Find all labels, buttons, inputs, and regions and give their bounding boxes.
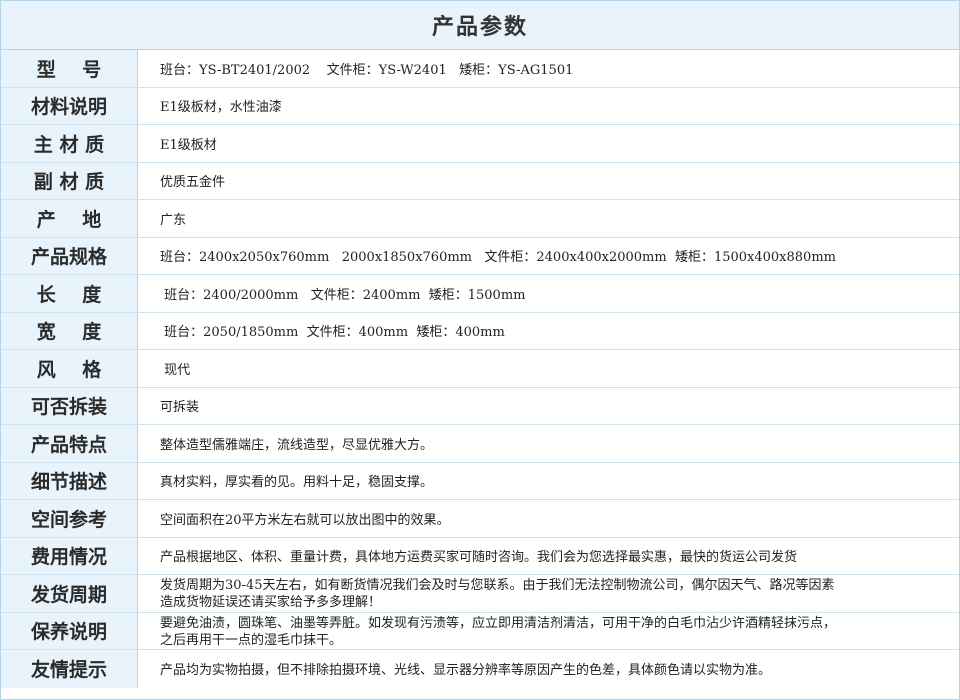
row-label: 产 地	[1, 200, 138, 237]
row-value: 优质五金件	[160, 175, 226, 191]
row-value-line: 之后再用干一点的湿毛巾抹干。	[160, 632, 343, 648]
row-value: 整体造型儒雅端庄，流线造型，尽显优雅大方。	[160, 437, 434, 453]
table-row: 细节描述 真材实料，厚实看的见。用料十足，稳固支撑。	[1, 462, 959, 500]
row-value: E1级板材	[160, 137, 217, 153]
row-label: 主 材 质	[1, 125, 138, 162]
row-label: 保养说明	[1, 612, 138, 649]
row-label: 材料说明	[1, 87, 138, 124]
row-label: 产品特点	[1, 425, 138, 462]
row-value: 班台：2400/2000mm 文件柜：2400mm 矮柜：1500mm	[160, 287, 526, 303]
table-row: 主 材 质 E1级板材	[1, 125, 959, 163]
row-value: 班台：2400x2050x760mm 2000x1850x760mm 文件柜：2…	[160, 250, 836, 266]
product-params-panel: 产品参数 型 号 班台：YS-BT2401/2002 文件柜：YS-W2401 矮…	[0, 0, 960, 700]
row-value: 产品均为实物拍摄，但不排除拍摄环境、光线、显示器分辨率等原因产生的色差，具体颜色…	[160, 663, 772, 679]
row-label: 型 号	[1, 50, 138, 87]
row-value: 产品根据地区、体积、重量计费，具体地方运费买家可随时咨询。我们会为您选择最实惠，…	[160, 550, 798, 566]
row-value: 班台：2050/1850mm 文件柜：400mm 矮柜：400mm	[160, 325, 505, 341]
table-row: 空间参考 空间面积在20平方米左右就可以放出图中的效果。	[1, 500, 959, 538]
table-row: 副 材 质 优质五金件	[1, 162, 959, 200]
table-row: 宽 度 班台：2050/1850mm 文件柜：400mm 矮柜：400mm	[1, 312, 959, 350]
page-title: 产品参数	[431, 15, 528, 40]
row-label: 产品规格	[1, 237, 138, 274]
row-label: 长 度	[1, 275, 138, 312]
table-row: 风 格 现代	[1, 350, 959, 388]
row-value: 广东	[160, 212, 187, 228]
row-label: 风 格	[1, 350, 138, 387]
row-value: 空间面积在20平方米左右就可以放出图中的效果。	[160, 512, 450, 528]
row-value: E1级板材，水性油漆	[160, 100, 282, 116]
row-label: 发货周期	[1, 575, 138, 612]
row-label: 副 材 质	[1, 162, 138, 199]
row-label: 可否拆装	[1, 387, 138, 424]
row-value: 现代	[160, 362, 191, 378]
row-value-line: 要避免油渍，圆珠笔、油墨等弄脏。如发现有污渍等，应立即用清洁剂清洁，可用干净的白…	[160, 615, 837, 631]
row-label: 费用情况	[1, 537, 138, 574]
row-label: 细节描述	[1, 462, 138, 499]
row-label: 空间参考	[1, 500, 138, 537]
table-row: 材料说明 E1级板材，水性油漆	[1, 87, 959, 125]
row-value: 可拆装	[160, 400, 200, 416]
params-table: 型 号 班台：YS-BT2401/2002 文件柜：YS-W2401 矮柜：YS-…	[1, 50, 959, 688]
table-row: 发货周期 发货周期为30-45天左右，如有断货情况我们会及时与您联系。由于我们无法…	[1, 575, 959, 613]
table-row: 产品特点 整体造型儒雅端庄，流线造型，尽显优雅大方。	[1, 425, 959, 463]
table-row: 产 地 广东	[1, 200, 959, 238]
row-value: 班台：YS-BT2401/2002 文件柜：YS-W2401 矮柜：YS-AG1…	[160, 62, 574, 78]
table-row: 费用情况 产品根据地区、体积、重量计费，具体地方运费买家可随时咨询。我们会为您选择…	[1, 537, 959, 575]
table-row: 保养说明 要避免油渍，圆珠笔、油墨等弄脏。如发现有污渍等，应立即用清洁剂清洁，可用…	[1, 612, 959, 650]
row-value: 真材实料，厚实看的见。用料十足，稳固支撑。	[160, 475, 434, 491]
table-row: 产品规格 班台：2400x2050x760mm 2000x1850x760mm 文…	[1, 237, 959, 275]
row-label: 友情提示	[1, 650, 138, 688]
table-row: 可否拆装 可拆装	[1, 387, 959, 425]
table-row: 型 号 班台：YS-BT2401/2002 文件柜：YS-W2401 矮柜：YS-…	[1, 50, 959, 88]
row-label: 宽 度	[1, 312, 138, 349]
table-row: 友情提示 产品均为实物拍摄，但不排除拍摄环境、光线、显示器分辨率等原因产生的色差，…	[1, 650, 959, 688]
title-bar: 产品参数	[1, 1, 959, 50]
row-value: 要避免油渍，圆珠笔、油墨等弄脏。如发现有污渍等，应立即用清洁剂清洁，可用干净的白…	[138, 613, 959, 650]
row-value: 发货周期为30-45天左右，如有断货情况我们会及时与您联系。由于我们无法控制物流…	[138, 575, 959, 612]
row-value-line: 造成货物延误还请买家给予多多理解！	[160, 595, 382, 610]
table-row: 长 度 班台：2400/2000mm 文件柜：2400mm 矮柜：1500mm	[1, 275, 959, 313]
row-value-line: 发货周期为30-45天左右，如有断货情况我们会及时与您联系。由于我们无法控制物流…	[160, 578, 835, 593]
